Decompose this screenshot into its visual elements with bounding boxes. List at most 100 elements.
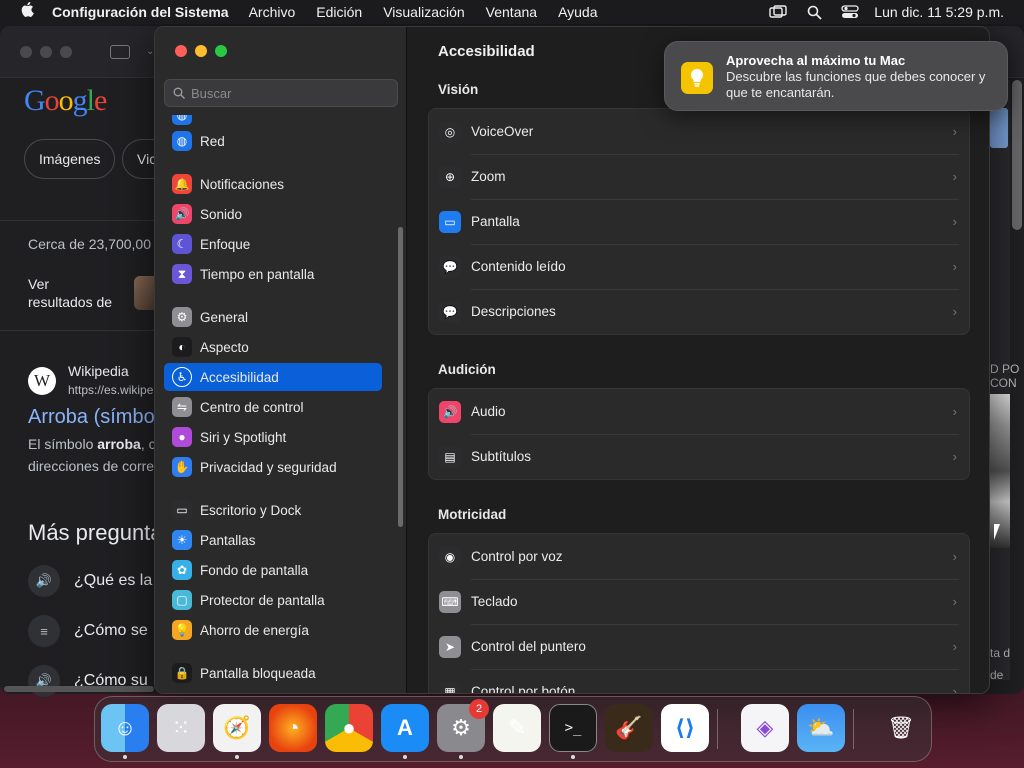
apple-menu-icon[interactable] bbox=[18, 2, 38, 22]
firefox-icon[interactable]: ◔ bbox=[269, 704, 317, 752]
row-pantalla[interactable]: ▭ Pantalla › bbox=[429, 199, 969, 244]
garageband-icon[interactable]: 🎸 bbox=[605, 704, 653, 752]
sidebar-item-contraseña-de-inicio[interactable]: ⚿Contraseña de inicio bbox=[164, 689, 382, 694]
bulb-icon: 💡 bbox=[172, 620, 192, 640]
row-subtítulos[interactable]: ▤ Subtítulos › bbox=[429, 434, 969, 479]
menu-archivo[interactable]: Archivo bbox=[249, 4, 296, 20]
terminal-icon[interactable]: >_ bbox=[549, 704, 597, 752]
google-logo[interactable]: Google bbox=[24, 84, 107, 118]
browser-vertical-scrollbar[interactable] bbox=[1012, 80, 1022, 230]
close-button[interactable] bbox=[175, 45, 187, 57]
subtitles-icon: ▤ bbox=[439, 445, 461, 468]
safari-icon[interactable]: 🧭 bbox=[213, 704, 261, 752]
menu-bar: Configuración del Sistema Archivo Edició… bbox=[0, 0, 1024, 24]
menu-ventana[interactable]: Ventana bbox=[486, 4, 537, 20]
spotlight-search-icon[interactable] bbox=[804, 4, 824, 20]
faq-item[interactable]: 🔊 ¿Cómo su bbox=[28, 665, 148, 697]
menu-app-name[interactable]: Configuración del Sistema bbox=[52, 4, 229, 20]
sidebar-item-escritorio-y-dock[interactable]: ▭ Escritorio y Dock bbox=[164, 496, 382, 524]
right-panel-button[interactable] bbox=[990, 108, 1008, 148]
menu-edicion[interactable]: Edición bbox=[316, 4, 362, 20]
minimize-button[interactable] bbox=[195, 45, 207, 57]
sidebar-item-privacidad-y-seguridad[interactable]: ✋ Privacidad y seguridad bbox=[164, 453, 382, 481]
sidebar-item-label: Notificaciones bbox=[200, 176, 285, 192]
running-indicator bbox=[403, 755, 407, 759]
section-heading: Visión bbox=[438, 82, 479, 97]
settings-group: ◉ Control por voz › ⌨ Teclado › ➤ Control del p… bbox=[428, 533, 970, 694]
horizontal-scrollbar[interactable] bbox=[4, 686, 154, 692]
row-label: Control por botón bbox=[471, 684, 576, 694]
menu-clock[interactable]: Lun dic. 11 5:29 p.m. bbox=[874, 4, 1004, 20]
right-panel-text: ta d bbox=[990, 646, 1011, 660]
screen-mirroring-icon[interactable] bbox=[768, 4, 788, 20]
search-field[interactable] bbox=[164, 79, 398, 107]
sidebar-item-protector-de-pantalla[interactable]: ▢ Protector de pantalla bbox=[164, 586, 382, 614]
sidebar-item-enfoque[interactable]: ☾ Enfoque bbox=[164, 230, 382, 258]
tips-notification[interactable]: Aprovecha al máximo tu Mac Descubre las … bbox=[664, 41, 1008, 111]
sidebar-item-label: Tiempo en pantalla bbox=[200, 266, 315, 282]
sidebar-toggle-icon[interactable] bbox=[110, 44, 130, 59]
chip-imagenes[interactable]: Imágenes bbox=[24, 139, 116, 179]
wiki-result-title[interactable]: Arroba (símbo bbox=[28, 406, 155, 429]
vscode-icon[interactable]: ⟨⟩ bbox=[661, 704, 709, 752]
sidebar-item-general[interactable]: ⚙ General bbox=[164, 303, 382, 331]
window-minimize-inactive[interactable] bbox=[40, 45, 52, 58]
launchpad-icon[interactable]: ⁙ bbox=[157, 704, 205, 752]
chevron-right-icon: › bbox=[952, 259, 957, 274]
sidebar-item-label: Privacidad y seguridad bbox=[200, 459, 337, 475]
sidebar-item-pantallas[interactable]: ☀ Pantallas bbox=[164, 526, 382, 554]
textedit-icon[interactable]: ✎ bbox=[493, 704, 541, 752]
see-results-line1[interactable]: Ver bbox=[28, 276, 49, 292]
sidebar-item-sonido[interactable]: 🔊 Sonido bbox=[164, 200, 382, 228]
menu-ayuda[interactable]: Ayuda bbox=[558, 4, 597, 20]
finder-icon[interactable]: ☺ bbox=[101, 704, 149, 752]
chrome-icon[interactable]: ● bbox=[325, 704, 373, 752]
see-results-line2[interactable]: resultados de bbox=[28, 294, 112, 310]
menu-visualizacion[interactable]: Visualización bbox=[383, 4, 464, 20]
row-zoom[interactable]: ⊕ Zoom › bbox=[429, 154, 969, 199]
sidebar-item-label: Red bbox=[200, 133, 225, 149]
faq-item[interactable]: 🔊 ¿Qué es la bbox=[28, 565, 152, 597]
hourglass-icon: ⧗ bbox=[172, 264, 192, 284]
control-center-icon[interactable] bbox=[840, 4, 860, 20]
faq-item[interactable]: ≡ ¿Cómo se bbox=[28, 615, 148, 647]
app-store-icon[interactable]: A bbox=[381, 704, 429, 752]
list-icon: ≡ bbox=[28, 615, 60, 647]
row-control-por-botón[interactable]: ▦ Control por botón › bbox=[429, 669, 969, 694]
row-teclado[interactable]: ⌨ Teclado › bbox=[429, 579, 969, 624]
lightbulb-icon bbox=[681, 62, 713, 94]
sidebar-item-centro-de-control[interactable]: ⇋ Centro de control bbox=[164, 393, 382, 421]
trash-icon[interactable]: 🗑 bbox=[877, 704, 925, 752]
switches-icon: ⇋ bbox=[172, 397, 192, 417]
visual-studio-icon[interactable]: ◈ bbox=[741, 704, 789, 752]
row-contenido-leído[interactable]: 💬 Contenido leído › bbox=[429, 244, 969, 289]
search-input[interactable] bbox=[191, 85, 391, 101]
row-control-por-voz[interactable]: ◉ Control por voz › bbox=[429, 534, 969, 579]
sidebar-item-fondo-de-pantalla[interactable]: ✿ Fondo de pantalla bbox=[164, 556, 382, 584]
captions-bubble-icon: 💬 bbox=[439, 300, 461, 323]
sidebar-item-siri-y-spotlight[interactable]: ● Siri y Spotlight bbox=[164, 423, 382, 451]
row-label: Zoom bbox=[471, 169, 506, 184]
appearance-icon: ◐ bbox=[172, 337, 192, 357]
running-indicator bbox=[459, 755, 463, 759]
row-control-del-puntero[interactable]: ➤ Control del puntero › bbox=[429, 624, 969, 669]
sidebar-item-red[interactable]: ◍ Red bbox=[164, 127, 382, 155]
weather-icon[interactable]: ⛅ bbox=[797, 704, 845, 752]
row-descripciones[interactable]: 💬 Descripciones › bbox=[429, 289, 969, 334]
sidebar-item-notificaciones[interactable]: 🔔 Notificaciones bbox=[164, 170, 382, 198]
siri-icon: ● bbox=[172, 427, 192, 447]
window-zoom-inactive[interactable] bbox=[60, 45, 72, 58]
sidebar-item-label: Protector de pantalla bbox=[200, 592, 325, 608]
key-icon: ⚿ bbox=[172, 693, 192, 694]
row-voiceover[interactable]: ◎ VoiceOver › bbox=[429, 109, 969, 154]
sidebar-scrollbar[interactable] bbox=[398, 227, 403, 527]
sidebar-item-ahorro-de-energía[interactable]: 💡 Ahorro de energía bbox=[164, 616, 382, 644]
row-audio[interactable]: 🔊 Audio › bbox=[429, 389, 969, 434]
sidebar-item-accesibilidad[interactable]: ♿ Accesibilidad bbox=[164, 363, 382, 391]
sidebar-item-tiempo-en-pantalla[interactable]: ⧗ Tiempo en pantalla bbox=[164, 260, 382, 288]
window-close-inactive[interactable] bbox=[20, 45, 32, 58]
sidebar-item-aspecto[interactable]: ◐ Aspecto bbox=[164, 333, 382, 361]
zoom-button[interactable] bbox=[215, 45, 227, 57]
sidebar-item-pantalla-bloqueada[interactable]: 🔒 Pantalla bloqueada bbox=[164, 659, 382, 687]
row-label: Control del puntero bbox=[471, 639, 586, 654]
